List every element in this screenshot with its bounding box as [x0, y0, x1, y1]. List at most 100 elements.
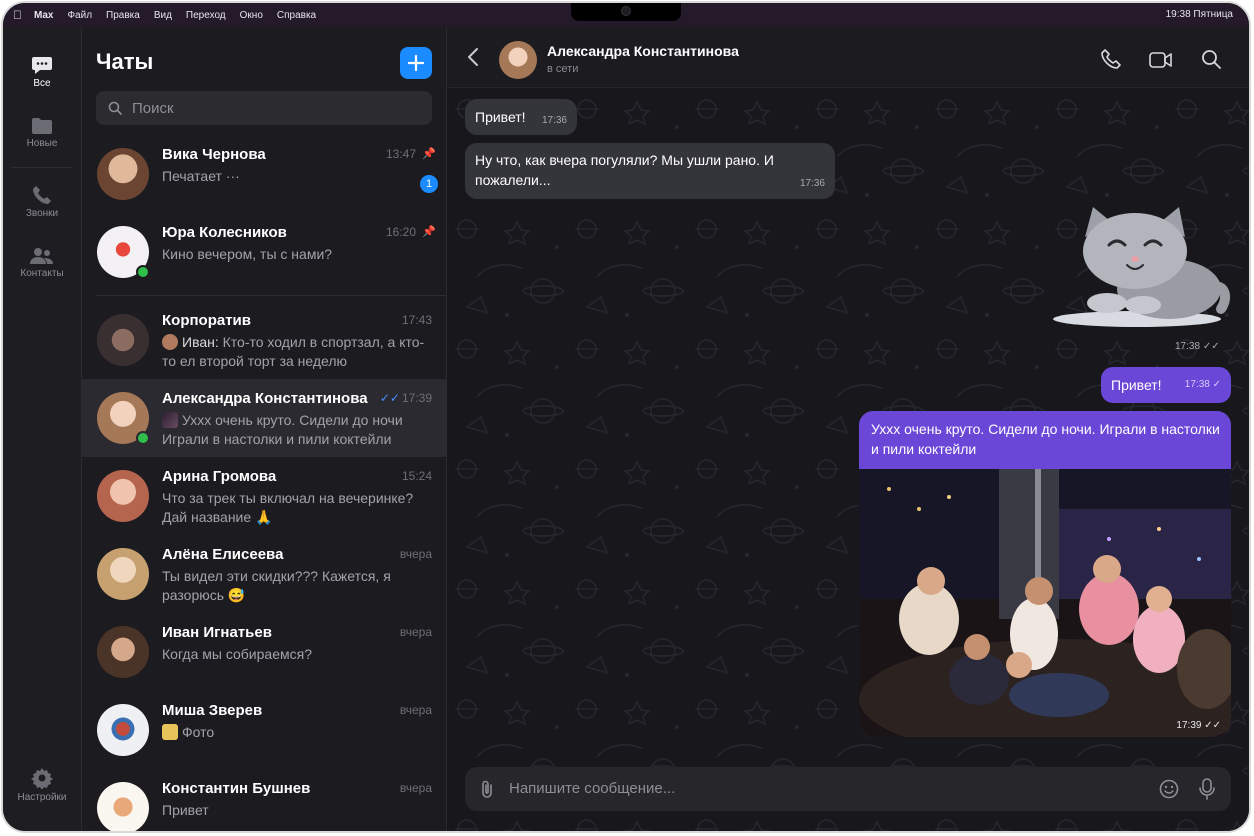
chat-time: вчера	[399, 781, 432, 795]
chat-preview: Ты видел эти скидки??? Кажется, я разорю…	[162, 568, 391, 603]
camera-notch	[571, 3, 681, 21]
message-composer	[465, 767, 1231, 811]
chat-preview-sender: Иван:	[182, 334, 219, 350]
emoji-icon[interactable]	[1159, 779, 1179, 799]
message-incoming[interactable]: Привет! 17:36	[465, 99, 577, 135]
chat-item-vika[interactable]: Вика Чернова 13:47 📌 Печатает ··· 1	[82, 135, 446, 213]
phone-icon	[33, 186, 51, 204]
chat-time: 13:47	[385, 147, 416, 161]
photo-thumb	[162, 412, 178, 428]
new-chat-button[interactable]	[400, 47, 432, 79]
rail-label-new: Новые	[26, 138, 58, 149]
message-time-value: 17:38	[1184, 379, 1210, 390]
conversation-panel: Александра Константинова в сети Привет! …	[447, 27, 1249, 831]
chat-item-misha[interactable]: Миша Зверев вчера Фото	[82, 691, 446, 769]
rail-item-contacts[interactable]: Контакты	[3, 247, 81, 279]
menu-view[interactable]: Вид	[154, 10, 172, 21]
chat-item-yura[interactable]: Юра Колесников 16:20 📌 Кино вечером, ты …	[82, 213, 446, 291]
menu-file[interactable]: Файл	[67, 10, 92, 21]
chat-list-panel: Чаты Вика Чернова 13:47 📌 Печатает ··· 1…	[82, 27, 447, 831]
chat-time: 17:43	[401, 313, 432, 327]
party-photo[interactable]	[859, 469, 1231, 737]
rail-divider	[11, 167, 73, 168]
camera-icon	[621, 6, 631, 16]
chat-item-corporate[interactable]: Корпоратив 17:43 Иван: Кто-то ходил в сп…	[82, 301, 446, 379]
rail-item-new[interactable]: Новые	[3, 117, 81, 149]
back-icon[interactable]	[467, 47, 479, 67]
chat-list-title: Чаты	[96, 49, 154, 74]
contact-status: в сети	[547, 63, 579, 75]
menu-app-name[interactable]: Max	[34, 10, 53, 21]
sender-avatar	[162, 334, 178, 350]
phone-call-icon[interactable]	[1101, 49, 1121, 69]
pin-icon: 📌	[422, 226, 436, 238]
rail-item-all[interactable]: Все	[3, 55, 81, 89]
chat-preview: Что за трек ты включал на вечеринке? Дай…	[162, 490, 414, 525]
search-chat-icon[interactable]	[1201, 49, 1221, 69]
menu-go[interactable]: Переход	[186, 10, 226, 21]
read-check-icon: ✓✓	[1204, 720, 1221, 731]
message-incoming[interactable]: Ну что, как вчера погуляли? Мы ушли рано…	[465, 143, 835, 199]
chat-name: Константин Бушнев	[162, 780, 311, 797]
conversation-header: Александра Константинова в сети	[447, 27, 1249, 88]
chat-preview: Ухxх очень круто. Сидели до ночи Играли …	[162, 411, 432, 449]
read-check-icon: ✓✓	[1202, 341, 1220, 352]
folder-icon	[32, 118, 52, 134]
sticker-time-value: 17:38	[1175, 341, 1201, 352]
menu-window[interactable]: Окно	[240, 10, 263, 21]
video-call-icon[interactable]	[1149, 51, 1173, 69]
menu-help[interactable]: Справка	[277, 10, 316, 21]
message-text: Ухxх очень круто. Сидели до ночи. Играли…	[871, 421, 1220, 457]
apple-icon[interactable]: 	[13, 8, 22, 22]
microphone-icon[interactable]	[1199, 778, 1215, 800]
rail-item-settings[interactable]: Настройки	[3, 767, 81, 803]
chat-name: Иван Игнатьев	[162, 624, 272, 641]
search-input[interactable]	[130, 98, 414, 118]
nav-rail: Все Новые Звонки Контакты Настройки	[3, 27, 82, 831]
rail-label-contacts: Контакты	[20, 268, 64, 279]
gear-icon	[31, 768, 53, 789]
search-icon	[108, 101, 122, 115]
message-input[interactable]	[507, 779, 1151, 798]
message-text: Ну что, как вчера погуляли? Мы ушли рано…	[475, 152, 774, 188]
chat-time: ✓✓ 17:39	[380, 391, 432, 405]
contact-name[interactable]: Александра Константинова	[547, 43, 739, 59]
chat-name: Алёна Елисеева	[162, 546, 284, 563]
chat-name: Александра Константинова	[162, 390, 368, 407]
avatar	[97, 148, 149, 200]
chat-item-alexandra[interactable]: Александра Константинова ✓✓ 17:39 Ухxх оч…	[82, 379, 446, 457]
chat-item-arina[interactable]: Арина Громова 15:24 Что за трек ты включ…	[82, 457, 446, 535]
read-check-icon: ✓✓	[379, 391, 400, 405]
attach-icon[interactable]	[479, 779, 495, 799]
message-time: 17:36	[799, 178, 825, 189]
chat-time: вчера	[399, 547, 432, 561]
kitten-sticker[interactable]	[1051, 203, 1231, 333]
rail-item-calls[interactable]: Звонки	[3, 185, 81, 219]
avatar	[97, 470, 149, 522]
avatar	[97, 626, 149, 678]
chat-name: Корпоратив	[162, 312, 251, 329]
rail-label-all: Все	[33, 78, 51, 89]
message-outgoing[interactable]: Привет! 17:38 ✓	[1101, 367, 1231, 403]
chat-preview-text: Фото	[182, 724, 215, 740]
chat-item-ivan[interactable]: Иван Игнатьев вчера Когда мы собираемся?	[82, 613, 446, 691]
chat-preview-text: Ухxх очень круто. Сидели до ночи Играли …	[162, 412, 403, 447]
chat-item-alena[interactable]: Алёна Елисеева вчера Ты видел эти скидки…	[82, 535, 446, 613]
chat-name: Вика Чернова	[162, 146, 266, 163]
chat-name: Миша Зверев	[162, 702, 263, 719]
message-text: Привет!	[1111, 377, 1162, 393]
chat-time: 15:24	[401, 469, 432, 483]
chat-preview: Печатает ···	[162, 168, 240, 184]
contacts-icon	[30, 248, 53, 264]
message-outgoing-photo[interactable]: Ухxх очень круто. Сидели до ночи. Играли…	[859, 411, 1231, 737]
chat-preview: Когда мы собираемся?	[162, 646, 312, 662]
chat-name: Юра Колесников	[162, 224, 287, 241]
chat-bubble-icon	[32, 57, 52, 74]
search-bar[interactable]	[96, 91, 432, 125]
chat-item-konstantin[interactable]: Константин Бушнев вчера Привет	[82, 769, 446, 831]
online-indicator	[136, 265, 150, 279]
menu-edit[interactable]: Правка	[106, 10, 140, 21]
menu-clock[interactable]: 19:38 Пятница	[1166, 9, 1233, 20]
sent-check-icon: ✓	[1212, 379, 1221, 390]
contact-avatar[interactable]	[499, 41, 537, 79]
